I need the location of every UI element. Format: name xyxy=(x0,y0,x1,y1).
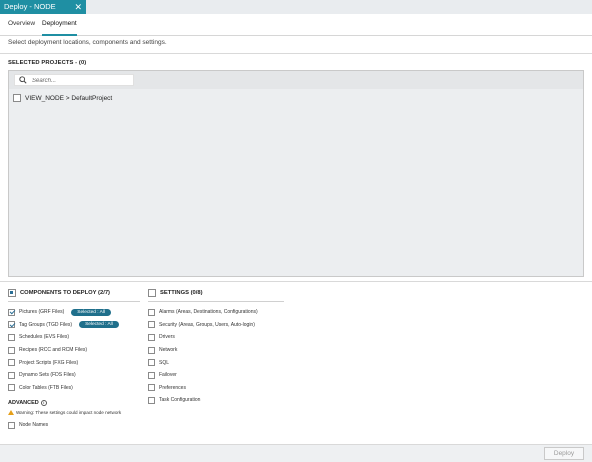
advanced-section-title: ADVANCED i xyxy=(8,400,47,406)
setting-item-alarms[interactable]: Alarms (Areas, Destinations, Configurati… xyxy=(148,306,284,319)
component-label: Dynamo Sets (FDS Files) xyxy=(19,372,76,379)
projects-panel-header xyxy=(9,71,583,89)
sql-checkbox[interactable] xyxy=(148,359,155,367)
setting-label: Network xyxy=(159,347,178,354)
components-header: COMPONENTS TO DEPLOY (2/7) xyxy=(8,288,140,298)
page-description: Select deployment locations, components … xyxy=(8,39,167,46)
dynamo-sets-checkbox[interactable] xyxy=(8,371,15,379)
project-row[interactable]: VIEW_NODE > DefaultProject xyxy=(13,94,112,102)
project-label: VIEW_NODE > DefaultProject xyxy=(25,94,113,102)
schedules-checkbox[interactable] xyxy=(8,333,15,341)
color-tables-checkbox[interactable] xyxy=(8,384,15,392)
component-label: Pictures (GRF Files) xyxy=(19,309,65,316)
divider xyxy=(148,301,284,302)
setting-label: Task Configuration xyxy=(159,397,201,404)
warning-text: Warning: These settings could impact nod… xyxy=(16,410,122,415)
security-checkbox[interactable] xyxy=(148,321,155,329)
component-label: Schedules (EVS Files) xyxy=(19,334,70,341)
node-names-checkbox[interactable] xyxy=(8,421,15,429)
component-label: Tag Groups (TGD Files) xyxy=(19,321,73,328)
search-icon xyxy=(19,76,27,84)
settings-title: SETTINGS (0/8) xyxy=(160,290,203,296)
search-box xyxy=(14,74,134,86)
divider xyxy=(0,281,592,282)
close-icon[interactable]: ✕ xyxy=(74,0,82,14)
divider xyxy=(8,301,140,302)
selected-projects-title: SELECTED PROJECTS - (0) xyxy=(8,60,87,66)
failover-checkbox[interactable] xyxy=(148,371,155,379)
setting-item-task-configuration[interactable]: Task Configuration xyxy=(148,394,284,407)
task-configuration-checkbox[interactable] xyxy=(148,396,155,404)
selected-all-badge[interactable]: Selected : All xyxy=(79,321,119,329)
alarms-checkbox[interactable] xyxy=(148,308,155,316)
document-tab-deploy-node[interactable]: Deploy - NODE ✕ xyxy=(0,0,86,14)
footer-bar: Deploy xyxy=(0,444,592,462)
project-checkbox[interactable] xyxy=(13,94,21,102)
components-select-all-checkbox[interactable] xyxy=(8,289,16,297)
advanced-label: Node Names xyxy=(19,422,49,429)
tab-overview[interactable]: Overview xyxy=(8,14,35,36)
component-item-project-scripts[interactable]: Project Scripts (FXG Files) xyxy=(8,356,140,369)
deploy-button[interactable]: Deploy xyxy=(544,447,584,460)
window-tab-bar: Deploy - NODE ✕ xyxy=(0,0,592,14)
setting-item-security[interactable]: Security (Areas, Groups, Users, Auto-log… xyxy=(148,319,284,332)
preferences-checkbox[interactable] xyxy=(148,384,155,392)
setting-label: Preferences xyxy=(159,384,186,391)
setting-label: Security (Areas, Groups, Users, Auto-log… xyxy=(159,321,255,328)
settings-header: SETTINGS (0/8) xyxy=(148,288,284,298)
component-label: Recipes (RCC and RCM Files) xyxy=(19,347,88,354)
settings-section: SETTINGS (0/8) Alarms (Areas, Destinatio… xyxy=(148,288,284,407)
setting-item-sql[interactable]: SQL xyxy=(148,356,284,369)
tag-groups-checkbox[interactable] xyxy=(8,321,15,329)
drivers-checkbox[interactable] xyxy=(148,333,155,341)
pictures-checkbox[interactable] xyxy=(8,308,15,316)
advanced-title: ADVANCED xyxy=(8,400,39,406)
info-icon[interactable]: i xyxy=(40,400,47,406)
component-label: Project Scripts (FXG Files) xyxy=(19,359,79,366)
component-item-schedules[interactable]: Schedules (EVS Files) xyxy=(8,331,140,344)
selected-all-badge[interactable]: Selected : All xyxy=(71,308,112,316)
setting-item-failover[interactable]: Failover xyxy=(148,369,284,382)
advanced-warning: Warning: These settings could impact nod… xyxy=(8,410,121,415)
setting-label: Failover xyxy=(159,372,177,379)
warning-icon xyxy=(8,410,14,415)
projects-panel: VIEW_NODE > DefaultProject xyxy=(8,70,584,277)
component-label: Color Tables (FTB Files) xyxy=(19,384,73,391)
recipes-checkbox[interactable] xyxy=(8,346,15,354)
component-item-dynamo-sets[interactable]: Dynamo Sets (FDS Files) xyxy=(8,369,140,382)
setting-item-drivers[interactable]: Drivers xyxy=(148,331,284,344)
document-tab-title: Deploy - NODE xyxy=(4,2,56,11)
divider xyxy=(0,53,592,54)
search-input[interactable] xyxy=(32,76,130,85)
setting-item-preferences[interactable]: Preferences xyxy=(148,382,284,395)
component-item-tag-groups[interactable]: Tag Groups (TGD Files) Selected : All xyxy=(8,319,140,332)
network-checkbox[interactable] xyxy=(148,346,155,354)
setting-label: SQL xyxy=(159,359,170,366)
component-item-pictures[interactable]: Pictures (GRF Files) Selected : All xyxy=(8,306,140,319)
advanced-item-node-names[interactable]: Node Names xyxy=(8,419,48,432)
component-item-recipes[interactable]: Recipes (RCC and RCM Files) xyxy=(8,344,140,357)
component-item-color-tables[interactable]: Color Tables (FTB Files) xyxy=(8,382,140,395)
setting-label: Drivers xyxy=(159,334,175,341)
tab-deployment[interactable]: Deployment xyxy=(42,14,77,36)
setting-item-network[interactable]: Network xyxy=(148,344,284,357)
components-title: COMPONENTS TO DEPLOY (2/7) xyxy=(20,290,110,296)
subtab-bar: Overview Deployment xyxy=(0,14,592,36)
project-scripts-checkbox[interactable] xyxy=(8,359,15,367)
settings-select-all-checkbox[interactable] xyxy=(148,289,156,297)
components-section: COMPONENTS TO DEPLOY (2/7) Pictures (GRF… xyxy=(8,288,140,394)
setting-label: Alarms (Areas, Destinations, Configurati… xyxy=(159,309,258,316)
